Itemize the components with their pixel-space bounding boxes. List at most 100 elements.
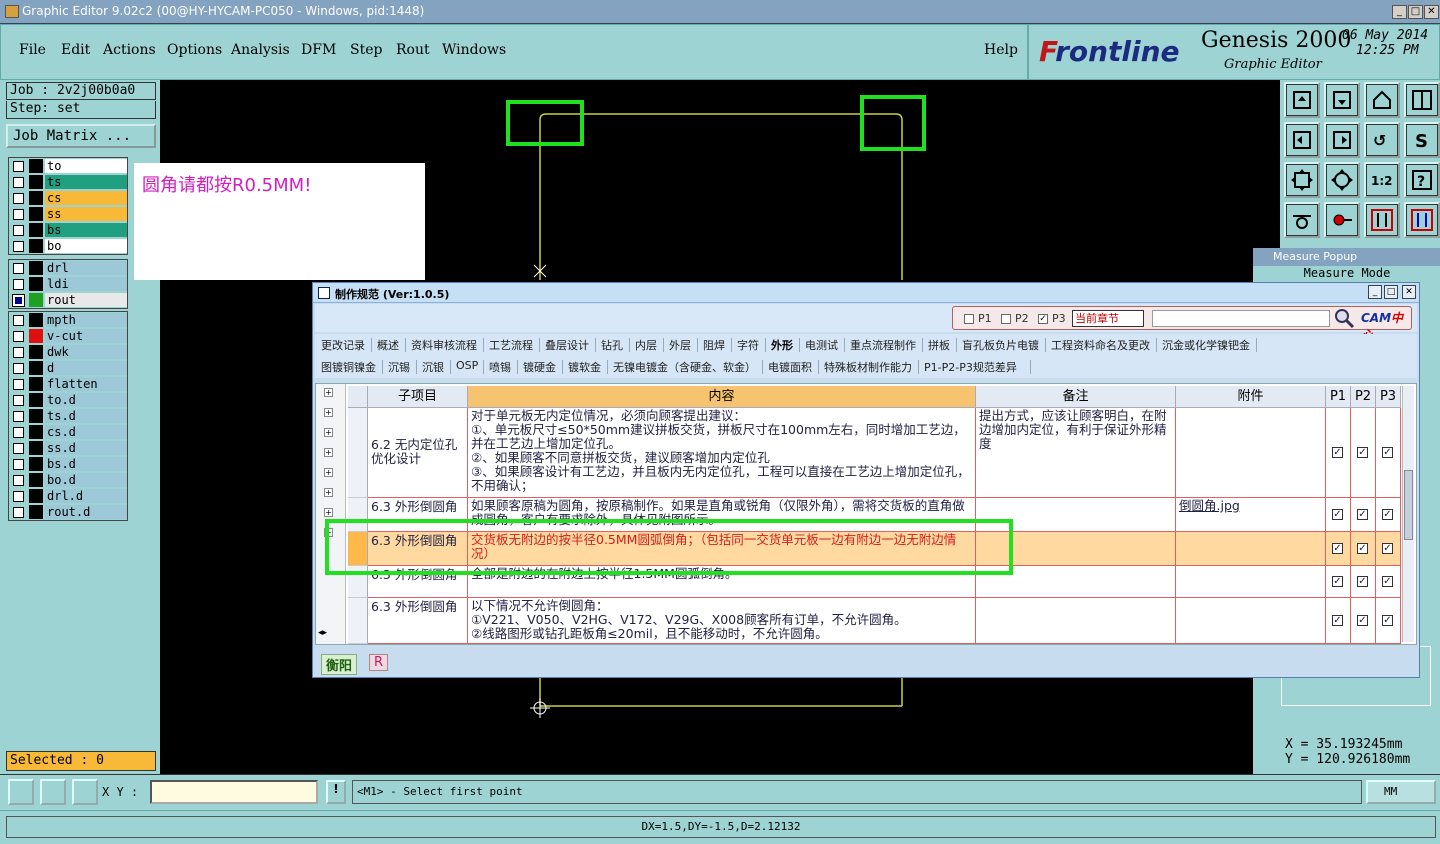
layer-name[interactable]: v-cut <box>45 329 127 343</box>
layer-checkbox[interactable] <box>13 395 24 406</box>
layer-checkbox[interactable] <box>13 315 24 326</box>
job-matrix-button[interactable]: Job Matrix ... <box>6 124 156 148</box>
tab-1-tabs2[interactable]: 沉锡 <box>388 359 410 375</box>
snap-icon[interactable] <box>1324 202 1360 238</box>
layer-checkbox[interactable] <box>13 459 24 470</box>
layer-row-bs[interactable]: bs <box>9 222 127 238</box>
rotate-icon[interactable]: ↺ <box>1364 122 1400 158</box>
tab-12-tabs1[interactable]: 重点流程制作 <box>850 337 916 353</box>
units-selector[interactable]: MM <box>1366 780 1436 804</box>
layer-row-to.d[interactable]: to.d <box>9 392 127 408</box>
expand-icon[interactable]: + <box>324 488 333 497</box>
layer-name[interactable]: drl.d <box>45 489 127 503</box>
tab-10-tabs2[interactable]: P1-P2-P3规范差异 <box>924 359 1017 375</box>
p3-row-checkbox[interactable]: ✓ <box>1382 447 1393 458</box>
p1-row-checkbox[interactable]: ✓ <box>1332 576 1343 587</box>
layer-row-bo[interactable]: bo <box>9 238 127 254</box>
col-header-p2[interactable]: P2 <box>1351 386 1376 408</box>
layer-checkbox[interactable] <box>13 209 24 220</box>
tab-4-tabs2[interactable]: 喷锡 <box>489 359 511 375</box>
col-header-attach[interactable]: 附件 <box>1176 386 1326 408</box>
layer-row-cs[interactable]: cs <box>9 190 127 206</box>
tab-6-tabs1[interactable]: 内层 <box>635 337 657 353</box>
center-view-icon[interactable] <box>1324 162 1360 198</box>
chapter-select[interactable]: 当前章节 <box>1072 310 1144 327</box>
expand-icon[interactable]: + <box>324 448 333 457</box>
expand-icon[interactable]: + <box>324 408 333 417</box>
zoom-up-icon[interactable] <box>1284 82 1320 118</box>
p3-checkbox[interactable]: ✓ <box>1038 314 1048 324</box>
layer-name[interactable]: dwk <box>45 345 127 359</box>
p2-row-checkbox[interactable]: ✓ <box>1357 576 1368 587</box>
layer-checkbox[interactable] <box>12 294 25 307</box>
tab-11-tabs1[interactable]: 电测试 <box>805 337 838 353</box>
layer-row-rout[interactable]: rout <box>9 292 127 308</box>
menu-help[interactable]: Help <box>984 42 1018 58</box>
tab-0-tabs2[interactable]: 图镀铜镍金 <box>321 359 376 375</box>
dialog-maximize-icon[interactable]: □ <box>1384 285 1398 299</box>
layer-checkbox[interactable] <box>13 279 24 290</box>
tab-8-tabs1[interactable]: 阻焊 <box>703 337 725 353</box>
layer-name[interactable]: ts <box>45 175 127 189</box>
fit-screen-icon[interactable] <box>1284 162 1320 198</box>
layer-name[interactable]: to.d <box>45 393 127 407</box>
menu-edit[interactable]: Edit <box>61 42 90 58</box>
layer-row-to[interactable]: to <box>9 158 127 174</box>
close-icon[interactable]: ✕ <box>1424 5 1439 19</box>
pan-left-icon[interactable] <box>1284 122 1320 158</box>
tab-5-tabs1[interactable]: 钻孔 <box>601 337 623 353</box>
layer-checkbox[interactable] <box>13 193 24 204</box>
layer-row-cs.d[interactable]: cs.d <box>9 424 127 440</box>
layer-checkbox[interactable] <box>13 225 24 236</box>
layer-name[interactable]: rout <box>45 293 127 307</box>
tab-2-tabs1[interactable]: 资料审核流程 <box>411 337 477 353</box>
layer-checkbox[interactable] <box>13 475 24 486</box>
p2-row-checkbox[interactable]: ✓ <box>1357 447 1368 458</box>
split-view-icon[interactable] <box>1404 82 1440 118</box>
layer-checkbox[interactable] <box>13 161 24 172</box>
tab-hengyang[interactable]: 衡阳 <box>321 654 358 675</box>
tab-15-tabs1[interactable]: 工程资料命名及更改 <box>1051 337 1150 353</box>
p2-row-checkbox[interactable]: ✓ <box>1357 615 1368 626</box>
layer-name[interactable]: ss <box>45 207 127 221</box>
p3-row-checkbox[interactable]: ✓ <box>1382 543 1393 554</box>
p2-row-checkbox[interactable]: ✓ <box>1357 543 1368 554</box>
dialog-close-icon[interactable]: ✕ <box>1402 285 1416 299</box>
tab-2-tabs2[interactable]: 沉银 <box>422 359 444 375</box>
layer-name[interactable]: bs.d <box>45 457 127 471</box>
tab-3-tabs1[interactable]: 工艺流程 <box>489 337 533 353</box>
hscroll-arrows-icon[interactable]: ◂▸ <box>318 628 344 642</box>
tab-1-tabs1[interactable]: 概述 <box>377 337 399 353</box>
layer-name[interactable]: ts.d <box>45 409 127 423</box>
row-header[interactable] <box>348 598 368 644</box>
layer-row-ss[interactable]: ss <box>9 206 127 222</box>
help-icon[interactable]: ? <box>1404 162 1440 198</box>
layer-checkbox[interactable] <box>13 507 24 518</box>
col-header-p3[interactable]: P3 <box>1376 386 1401 408</box>
vertical-scrollbar[interactable] <box>1402 386 1414 642</box>
layer-checkbox[interactable] <box>13 379 24 390</box>
pan-right-icon[interactable] <box>1324 122 1360 158</box>
p1-row-checkbox[interactable]: ✓ <box>1332 543 1343 554</box>
home-view-icon[interactable] <box>1364 82 1400 118</box>
menu-rout[interactable]: Rout <box>396 42 430 58</box>
layer-row-rout.d[interactable]: rout.d <box>9 504 127 520</box>
layer-name[interactable]: bo <box>45 239 127 253</box>
layer-row-ts.d[interactable]: ts.d <box>9 408 127 424</box>
p2-checkbox[interactable] <box>1001 314 1011 324</box>
menu-dfm[interactable]: DFM <box>301 42 336 58</box>
layer-name[interactable]: bo.d <box>45 473 127 487</box>
layer-checkbox[interactable] <box>13 443 24 454</box>
layer-row-drl[interactable]: drl <box>9 260 127 276</box>
layer-name[interactable]: to <box>45 159 127 173</box>
layer-checkbox[interactable] <box>13 427 24 438</box>
p2-row-checkbox[interactable]: ✓ <box>1357 509 1368 520</box>
layer-checkbox[interactable] <box>13 331 24 342</box>
tab-5-tabs2[interactable]: 镀硬金 <box>523 359 556 375</box>
tab-10-tabs1[interactable]: 外形 <box>771 337 793 353</box>
settings-icon[interactable] <box>1284 202 1320 238</box>
expand-icon[interactable]: + <box>324 388 333 397</box>
tab-16-tabs1[interactable]: 沉金或化学镍钯金 <box>1162 337 1250 353</box>
layer-row-mpth[interactable]: mpth <box>9 312 127 328</box>
tab-3-tabs2[interactable]: OSP <box>456 359 478 372</box>
